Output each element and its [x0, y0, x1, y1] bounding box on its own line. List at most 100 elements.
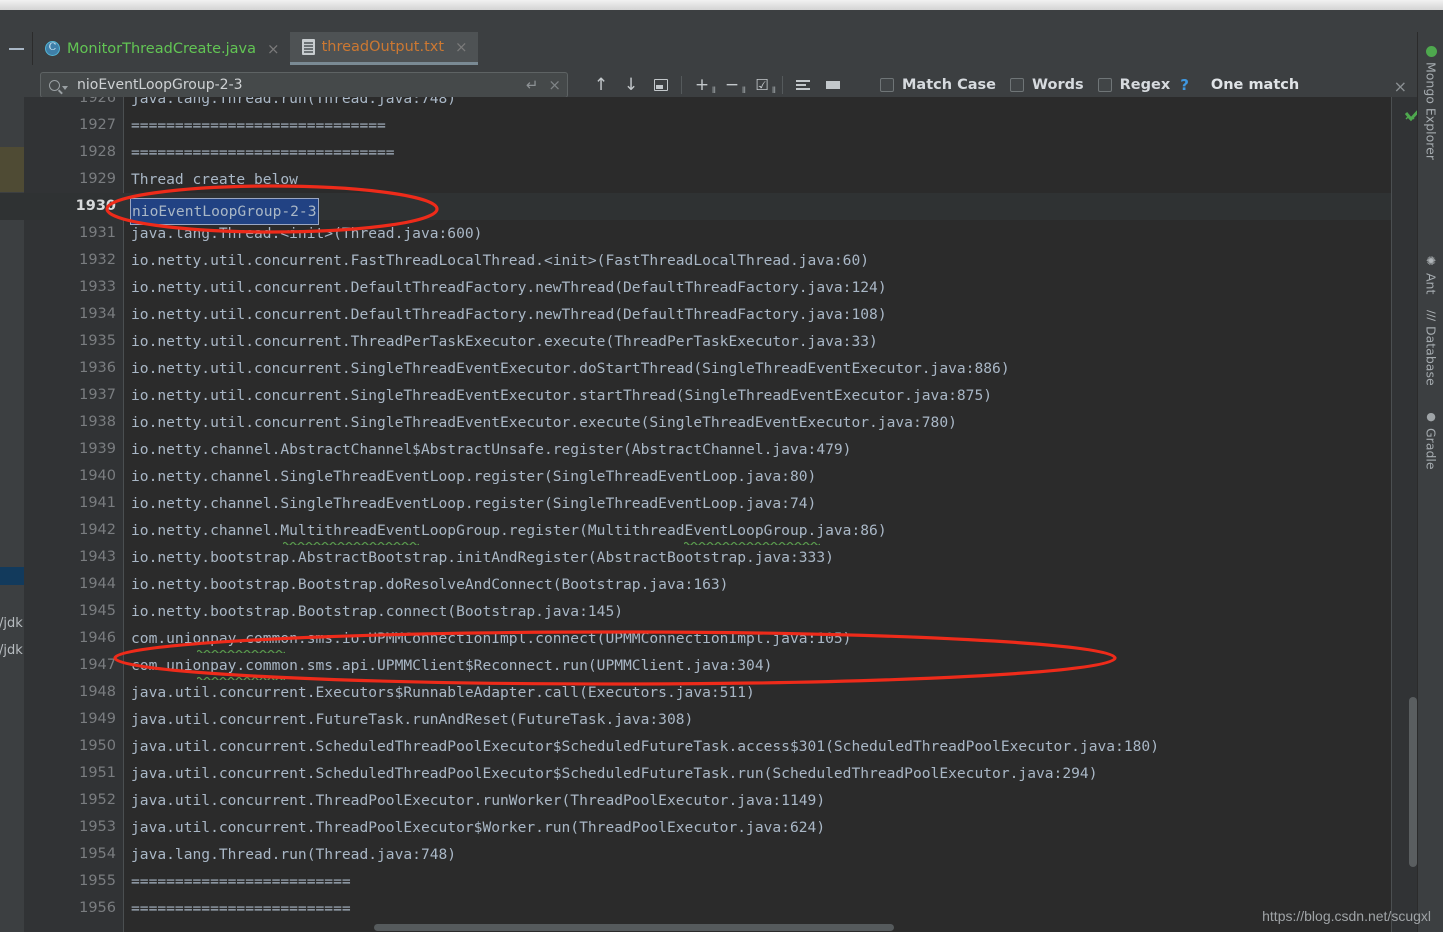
match-case-checkbox[interactable]: Match Case: [880, 77, 996, 93]
code-line: 1944 io.netty.bootstrap.Bootstrap.doResol…: [0, 571, 1417, 598]
line-text: =============================: [131, 117, 386, 134]
remove-line-from-selection-button[interactable]: − II: [717, 70, 747, 100]
line-text: java.util.concurrent.ScheduledThreadPool…: [131, 738, 1159, 755]
tab-label: threadOutput.txt: [321, 39, 445, 55]
open-in-find-window-button[interactable]: [788, 70, 818, 100]
line-text: ==============================: [131, 144, 395, 161]
close-icon[interactable]: ×: [455, 38, 468, 56]
code-line: 1950 java.util.concurrent.ScheduledThread…: [0, 733, 1417, 760]
code-line: 1929 Thread create below: [0, 166, 1417, 193]
match-count-label: One match: [1210, 77, 1300, 93]
enter-icon[interactable]: ↵: [526, 76, 539, 94]
minus-icon: −: [724, 75, 740, 95]
match-case-label: Match Case: [902, 77, 997, 93]
line-number: 1948: [79, 684, 116, 700]
horizontal-scrollbar-thumb[interactable]: [374, 924, 894, 931]
line-number: 1955: [79, 873, 116, 889]
line-number: 1954: [79, 846, 116, 862]
line-number: 1935: [79, 333, 116, 349]
search-icon: [49, 79, 60, 91]
code-line: 1938 io.netty.util.concurrent.SingleThrea…: [0, 409, 1417, 436]
checkbox-check-icon: ☑: [755, 76, 769, 94]
code-line: 1935 io.netty.util.concurrent.ThreadPerTa…: [0, 328, 1417, 355]
vertical-scrollbar[interactable]: [1409, 97, 1417, 932]
tool-window-ant[interactable]: ✺ Ant: [1418, 254, 1443, 294]
line-text: io.netty.util.concurrent.DefaultThreadFa…: [131, 306, 887, 323]
line-number: 1953: [79, 819, 116, 835]
checkbox-icon: [1010, 78, 1025, 92]
line-text: com.unionpay.common.sms.io.UPMMConnectio…: [131, 630, 852, 647]
spellcheck-squiggle: [283, 541, 419, 545]
line-number: 1932: [79, 252, 116, 268]
line-number: 1946: [79, 630, 116, 646]
code-line: 1932 io.netty.util.concurrent.FastThreadL…: [0, 247, 1417, 274]
line-number: 1956: [79, 900, 116, 916]
tool-window-mongo-explorer[interactable]: Mongo Explorer: [1418, 46, 1443, 160]
words-checkbox[interactable]: Words: [1010, 77, 1084, 93]
close-find-bar-icon[interactable]: ×: [1394, 77, 1407, 96]
ide-window: C MonitorThreadCreate.java × threadOutpu…: [0, 0, 1443, 932]
collapse-panel-button[interactable]: [0, 32, 33, 65]
code-line: 1933 io.netty.util.concurrent.DefaultThre…: [0, 274, 1417, 301]
line-number: 1928: [79, 144, 116, 160]
code-line: 1943 io.netty.bootstrap.AbstractBootstrap…: [0, 544, 1417, 571]
toolbar-separator: [681, 76, 682, 94]
checkbox-icon: [1097, 78, 1112, 92]
code-line: 1927 =============================: [0, 112, 1417, 139]
code-line: 1953 java.util.concurrent.ThreadPoolExecu…: [0, 814, 1417, 841]
regex-checkbox[interactable]: Regex: [1097, 77, 1171, 93]
chevron-down-icon[interactable]: [62, 86, 68, 90]
search-input[interactable]: nioEventLoopGroup-2-3: [77, 77, 526, 93]
code-line: 1954 java.lang.Thread.run(Thread.java:748…: [0, 841, 1417, 868]
tool-window-database[interactable]: /// Database: [1418, 310, 1443, 386]
line-number: 1929: [79, 171, 116, 187]
line-text: io.netty.channel.SingleThreadEventLoop.r…: [131, 468, 817, 485]
line-text: io.netty.channel.AbstractChannel$Abstrac…: [131, 441, 852, 458]
line-number: 1945: [79, 603, 116, 619]
code-line: 1951 java.util.concurrent.ScheduledThread…: [0, 760, 1417, 787]
line-text: com.unionpay.common.sms.api.UPMMClient$R…: [131, 657, 773, 674]
line-number: 1952: [79, 792, 116, 808]
line-text: io.netty.util.concurrent.ThreadPerTaskEx…: [131, 333, 878, 350]
line-number: 1941: [79, 495, 116, 511]
tab-label: MonitorThreadCreate.java: [67, 40, 256, 57]
add-line-to-selection-button[interactable]: + II: [687, 70, 717, 100]
line-text: java.util.concurrent.ScheduledThreadPool…: [131, 765, 1098, 782]
line-text: io.netty.bootstrap.Bootstrap.connect(Boo…: [131, 603, 624, 620]
editor-pane[interactable]: /jdk /jdk 1927 ==========================…: [0, 97, 1417, 932]
search-input-wrapper[interactable]: nioEventLoopGroup-2-3 ↵ ×: [40, 72, 568, 98]
find-previous-button[interactable]: ↑: [586, 70, 616, 100]
code-line: 1948 java.util.concurrent.Executors$Runna…: [0, 679, 1417, 706]
line-text: io.netty.util.concurrent.FastThreadLocal…: [131, 252, 870, 269]
line-number: 1938: [79, 414, 116, 430]
horizontal-scrollbar[interactable]: [124, 923, 1391, 932]
watermark-label: https://blog.csdn.net/scugxl: [1262, 908, 1431, 924]
text-file-icon: [301, 39, 315, 55]
code-line: 1942 io.netty.channel.MultithreadEventLoo…: [0, 517, 1417, 544]
regex-label: Regex: [1119, 77, 1171, 93]
code-line: 1939 io.netty.channel.AbstractChannel$Abs…: [0, 436, 1417, 463]
spellcheck-squiggle: [197, 649, 285, 653]
line-text: io.netty.bootstrap.AbstractBootstrap.ini…: [131, 549, 834, 566]
select-all-occurrences-button[interactable]: [646, 70, 676, 100]
line-number: 1926: [79, 97, 116, 106]
tool-window-label: Database: [1423, 326, 1439, 386]
tool-window-gradle[interactable]: ● Gradle: [1418, 410, 1443, 470]
code-line: 1955 =========================: [0, 868, 1417, 895]
tab-monitorthreadcreate-java[interactable]: C MonitorThreadCreate.java ×: [33, 32, 290, 65]
line-text: java.lang.Thread.run(Thread.java:748): [131, 97, 457, 107]
code-line: 1941 io.netty.channel.SingleThreadEventLo…: [0, 490, 1417, 517]
find-next-button[interactable]: ↓: [616, 70, 646, 100]
toolbar-separator: [782, 76, 783, 94]
regex-help-link[interactable]: ?: [1180, 76, 1189, 94]
code-line: 1928 ==============================: [0, 139, 1417, 166]
line-number: 1930: [75, 198, 116, 214]
line-number: 1933: [79, 279, 116, 295]
filter-button[interactable]: [818, 70, 848, 102]
line-number: 1947: [79, 657, 116, 673]
select-all-lines-button[interactable]: ☑ II: [747, 70, 777, 100]
tab-threadoutput-txt[interactable]: threadOutput.txt ×: [289, 32, 478, 65]
vertical-scrollbar-thumb[interactable]: [1409, 697, 1417, 867]
close-icon[interactable]: ×: [267, 40, 280, 58]
clear-search-icon[interactable]: ×: [548, 76, 561, 94]
